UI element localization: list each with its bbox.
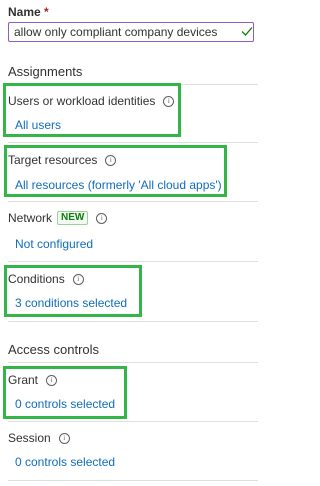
session-label: Session i bbox=[8, 431, 70, 445]
divider bbox=[8, 421, 258, 422]
network-link[interactable]: Not configured bbox=[15, 237, 93, 251]
network-label: Network NEW i bbox=[8, 211, 108, 225]
info-icon[interactable]: i bbox=[96, 212, 108, 224]
grant-label: Grant i bbox=[8, 373, 58, 387]
assignments-heading: Assignments bbox=[8, 64, 83, 79]
divider bbox=[8, 321, 258, 322]
users-label-text: Users or workload identities bbox=[8, 94, 156, 108]
session-label-text: Session bbox=[8, 431, 51, 445]
access-controls-heading: Access controls bbox=[8, 342, 100, 357]
target-resources-link[interactable]: All resources (formerly 'All cloud apps'… bbox=[15, 178, 222, 192]
divider bbox=[8, 201, 258, 202]
target-resources-label: Target resources i bbox=[8, 153, 117, 167]
target-resources-label-text: Target resources bbox=[8, 153, 98, 167]
required-marker: * bbox=[44, 5, 49, 19]
new-badge: NEW bbox=[57, 211, 89, 225]
divider bbox=[8, 362, 258, 363]
conditions-label-text: Conditions bbox=[8, 272, 65, 286]
users-link[interactable]: All users bbox=[15, 118, 61, 132]
info-icon[interactable]: i bbox=[58, 432, 70, 444]
network-label-text: Network bbox=[8, 211, 53, 225]
info-icon[interactable]: i bbox=[163, 95, 175, 107]
name-label-text: Name bbox=[8, 5, 41, 19]
users-label: Users or workload identities i bbox=[8, 94, 175, 108]
info-icon[interactable]: i bbox=[105, 154, 117, 166]
valid-check-icon bbox=[241, 27, 253, 36]
grant-link[interactable]: 0 controls selected bbox=[15, 397, 115, 411]
grant-label-text: Grant bbox=[8, 373, 39, 387]
conditions-link[interactable]: 3 conditions selected bbox=[15, 296, 127, 310]
divider bbox=[8, 142, 258, 143]
policy-name-input[interactable] bbox=[8, 22, 254, 42]
divider bbox=[8, 480, 258, 481]
session-link[interactable]: 0 controls selected bbox=[15, 455, 115, 469]
info-icon[interactable]: i bbox=[46, 374, 58, 386]
conditions-label: Conditions i bbox=[8, 272, 84, 286]
divider bbox=[8, 261, 258, 262]
name-field-label: Name * bbox=[8, 5, 49, 19]
info-icon[interactable]: i bbox=[72, 273, 84, 285]
